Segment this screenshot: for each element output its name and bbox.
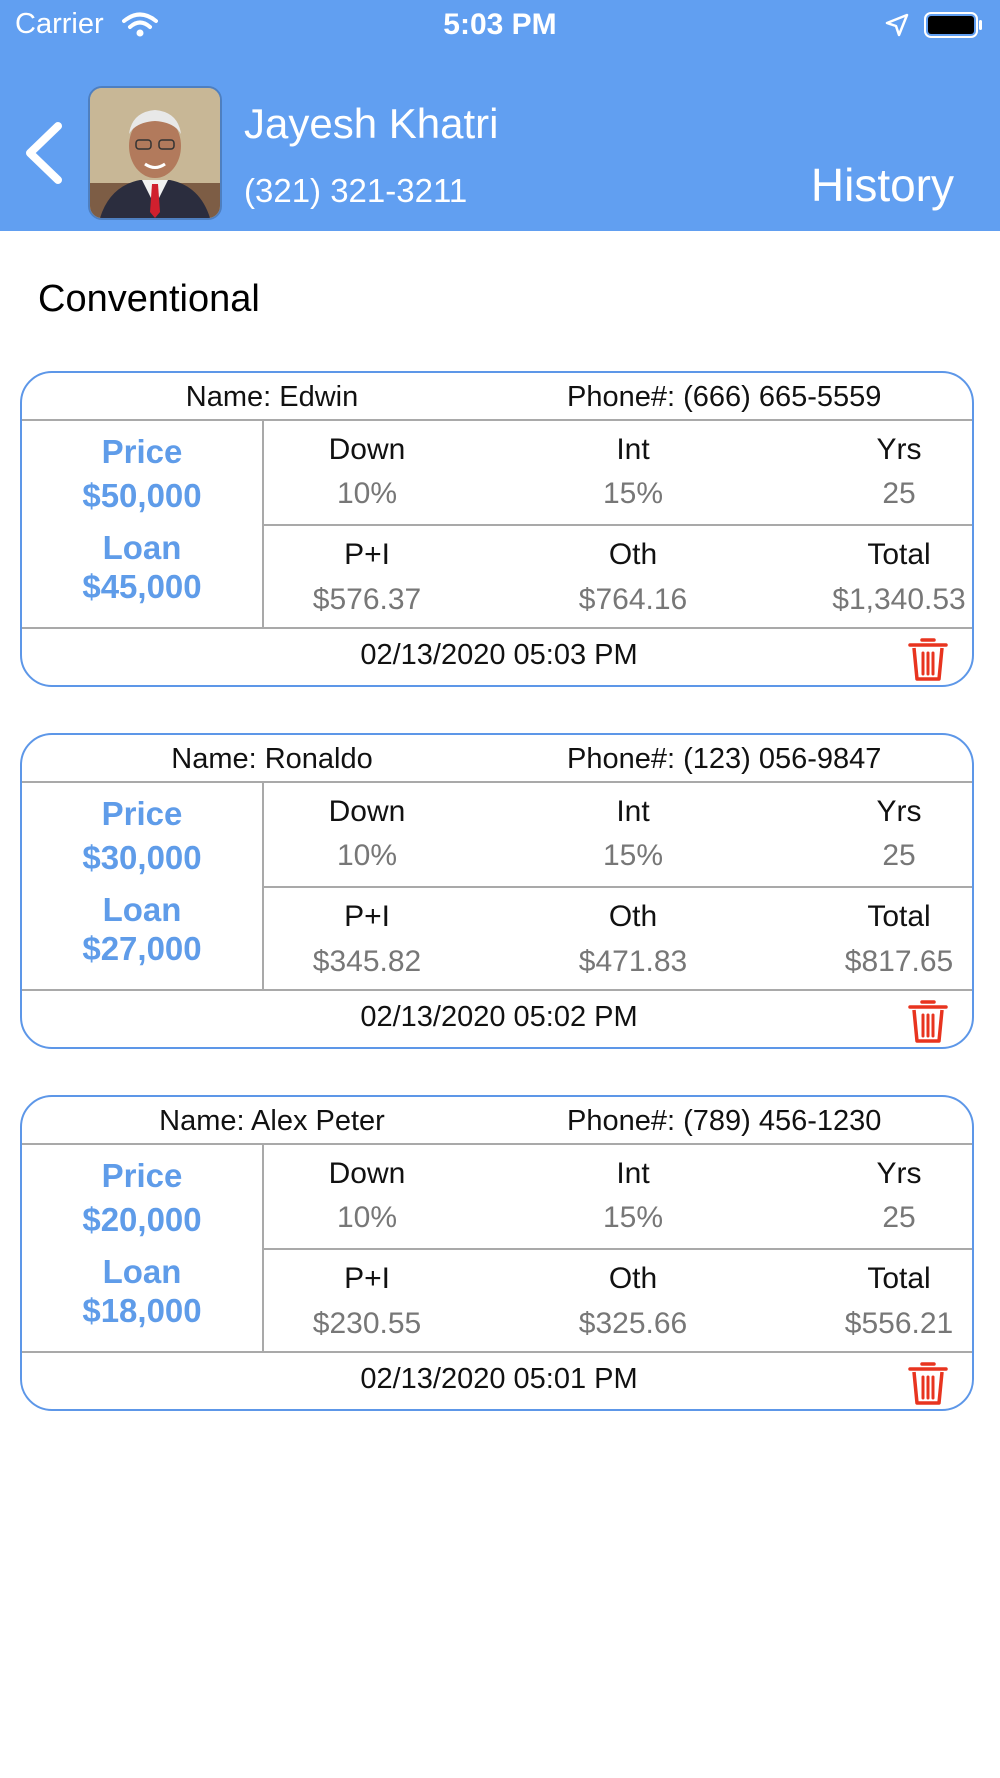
yrs-label: Yrs (876, 1157, 922, 1190)
pi-value: $576.37 (312, 583, 422, 616)
pi-label: P+I (344, 538, 390, 571)
yrs-value: 25 (882, 477, 916, 510)
agent-name: Jayesh Khatri (244, 100, 499, 147)
total-value: $1,340.53 (832, 583, 966, 616)
down-label: Down (328, 795, 406, 828)
card-header: Name: Edwin Phone#: (666) 665-5559 (22, 373, 972, 421)
chevron-left-icon (26, 122, 62, 184)
loan-value: $45,000 (82, 568, 202, 605)
down-value: 10% (336, 839, 398, 872)
total-value: $817.65 (844, 945, 954, 978)
card-footer: 02/13/2020 05:01 PM (22, 1351, 972, 1409)
app-header: Carrier 5:03 PM Jayesh Khatri (321) 321-… (0, 0, 1000, 231)
price-value: $20,000 (82, 1201, 202, 1238)
client-name: Name: Alex Peter (159, 1105, 385, 1137)
loan-label: Loan (102, 529, 182, 566)
loan-value: $18,000 (82, 1292, 202, 1329)
int-label: Int (616, 795, 650, 828)
yrs-value: 25 (882, 839, 916, 872)
price-label: Price (101, 433, 183, 470)
history-card: Name: Ronaldo Phone#: (123) 056-9847 Pri… (20, 733, 974, 1049)
row-divider (264, 886, 972, 888)
price-label: Price (101, 795, 183, 832)
total-label: Total (867, 538, 931, 571)
oth-label: Oth (608, 900, 658, 933)
trash-icon[interactable] (906, 635, 950, 683)
client-phone: Phone#: (123) 056-9847 (567, 743, 882, 775)
agent-phone: (321) 321-3211 (244, 172, 468, 209)
int-label: Int (616, 1157, 650, 1190)
loan-label: Loan (102, 1253, 182, 1290)
oth-label: Oth (608, 538, 658, 571)
price-loan-column: Price $30,000 Loan $27,000 (22, 783, 264, 989)
down-value: 10% (336, 1201, 398, 1234)
total-value: $556.21 (844, 1307, 954, 1340)
client-name: Name: Ronaldo (171, 743, 373, 775)
down-value: 10% (336, 477, 398, 510)
oth-value: $471.83 (578, 945, 688, 978)
row-divider (264, 1248, 972, 1250)
yrs-label: Yrs (876, 433, 922, 466)
pi-value: $230.55 (312, 1307, 422, 1340)
total-label: Total (867, 1262, 931, 1295)
loan-value: $27,000 (82, 930, 202, 967)
card-footer: 02/13/2020 05:03 PM (22, 627, 972, 685)
record-timestamp: 02/13/2020 05:02 PM (360, 1001, 638, 1033)
record-timestamp: 02/13/2020 05:01 PM (360, 1363, 638, 1395)
yrs-value: 25 (882, 1201, 916, 1234)
trash-icon[interactable] (906, 1359, 950, 1407)
client-phone: Phone#: (789) 456-1230 (567, 1105, 882, 1137)
price-value: $50,000 (82, 477, 202, 514)
record-timestamp: 02/13/2020 05:03 PM (360, 639, 638, 671)
total-label: Total (867, 900, 931, 933)
price-label: Price (101, 1157, 183, 1194)
loan-label: Loan (102, 891, 182, 928)
status-bar: Carrier 5:03 PM (0, 0, 1000, 50)
battery-icon (924, 12, 982, 38)
back-button[interactable] (20, 118, 66, 188)
history-card: Name: Alex Peter Phone#: (789) 456-1230 … (20, 1095, 974, 1411)
pi-value: $345.82 (312, 945, 422, 978)
price-loan-column: Price $50,000 Loan $45,000 (22, 421, 264, 627)
yrs-label: Yrs (876, 795, 922, 828)
page-title: History (810, 159, 954, 211)
oth-label: Oth (608, 1262, 658, 1295)
down-label: Down (328, 433, 406, 466)
int-value: 15% (602, 477, 664, 510)
history-card: Name: Edwin Phone#: (666) 665-5559 Price… (20, 371, 974, 687)
card-header: Name: Ronaldo Phone#: (123) 056-9847 (22, 735, 972, 783)
client-phone: Phone#: (666) 665-5559 (567, 381, 882, 413)
int-value: 15% (602, 839, 664, 872)
int-label: Int (616, 433, 650, 466)
oth-value: $325.66 (578, 1307, 688, 1340)
trash-icon[interactable] (906, 997, 950, 1045)
price-value: $30,000 (82, 839, 202, 876)
pi-label: P+I (344, 900, 390, 933)
pi-label: P+I (344, 1262, 390, 1295)
client-name: Name: Edwin (185, 381, 359, 413)
price-loan-column: Price $20,000 Loan $18,000 (22, 1145, 264, 1351)
location-arrow-icon (885, 13, 909, 37)
status-time: 5:03 PM (443, 8, 557, 41)
oth-value: $764.16 (578, 583, 688, 616)
int-value: 15% (602, 1201, 664, 1234)
card-header: Name: Alex Peter Phone#: (789) 456-1230 (22, 1097, 972, 1145)
avatar (88, 86, 222, 220)
row-divider (264, 524, 972, 526)
card-footer: 02/13/2020 05:02 PM (22, 989, 972, 1047)
loan-type-title: Conventional (38, 278, 260, 320)
down-label: Down (328, 1157, 406, 1190)
